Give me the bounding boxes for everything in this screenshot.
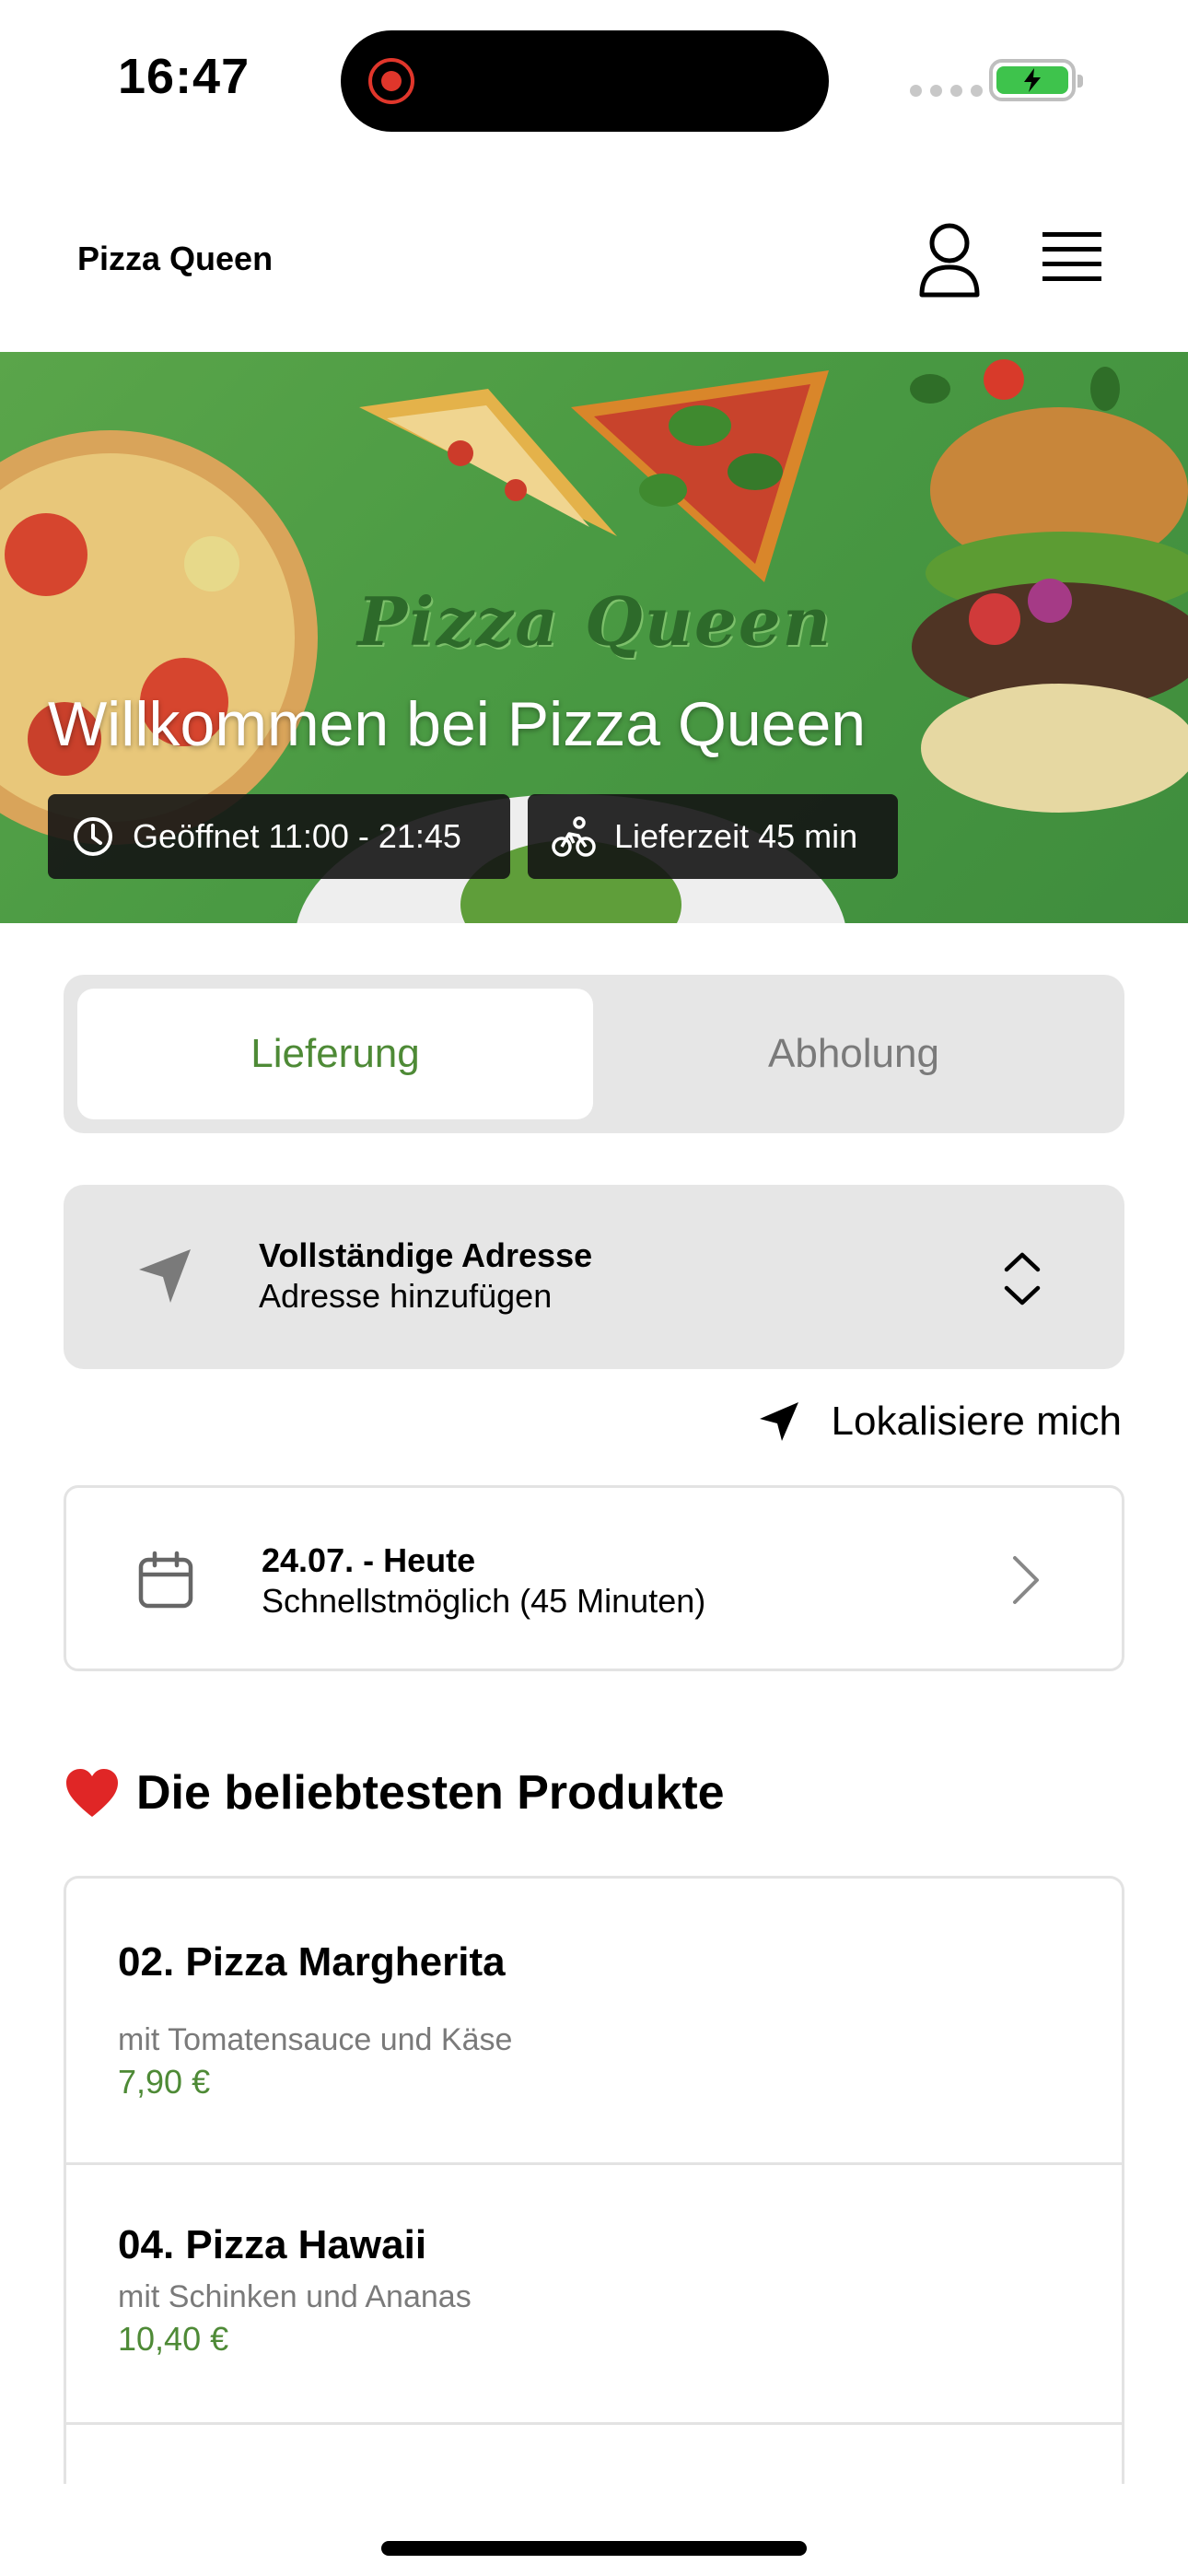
address-selector[interactable]: Vollständige Adresse Adresse hinzufügen <box>64 1185 1124 1369</box>
product-description: mit Tomatensauce und Käse <box>118 2022 513 2057</box>
locate-me-button[interactable]: Lokalisiere mich <box>758 1399 1122 1445</box>
dynamic-island <box>341 30 829 132</box>
product-item[interactable]: 04. Pizza Hawaii mit Schinken und Ananas… <box>66 2165 1122 2425</box>
menu-icon[interactable] <box>1042 230 1101 286</box>
tab-pickup[interactable]: Abholung <box>596 989 1112 1119</box>
clock-icon <box>74 817 112 856</box>
locate-me-label: Lokalisiere mich <box>831 1399 1122 1444</box>
brand-name[interactable]: Pizza Queen <box>77 240 273 278</box>
product-name: 04. Pizza Hawaii <box>118 2222 427 2267</box>
date-title: 24.07. - Heute <box>262 1541 476 1579</box>
calendar-icon <box>138 1551 193 1609</box>
popular-section-title: Die beliebtesten Produkte <box>64 1765 725 1821</box>
home-indicator[interactable] <box>381 2541 807 2556</box>
address-subtitle: Adresse hinzufügen <box>259 1277 553 1315</box>
product-description: mit Schinken und Ananas <box>118 2279 472 2314</box>
user-icon[interactable] <box>917 221 982 299</box>
battery-charging-icon <box>989 59 1083 101</box>
chevron-up-down-icon <box>1004 1252 1041 1306</box>
hero-title: Willkommen bei Pizza Queen <box>48 689 867 759</box>
popular-product-list: 02. Pizza Margherita mit Tomatensauce un… <box>64 1876 1124 2484</box>
delivery-time-chip: Lieferzeit 45 min <box>528 794 898 879</box>
date-subtitle: Schnellstmöglich (45 Minuten) <box>262 1582 706 1620</box>
hero-banner: Pizza Queen Willkommen bei Pizza Queen G… <box>0 352 1188 923</box>
bicycle-icon <box>552 816 596 857</box>
hero-logo: Pizza Queen <box>357 582 833 661</box>
product-name: 02. Pizza Margherita <box>118 1939 506 1985</box>
signal-icon <box>910 85 983 97</box>
status-time: 16:47 <box>118 49 250 104</box>
location-arrow-icon <box>759 1402 798 1441</box>
product-price: 10,40 € <box>118 2320 229 2358</box>
delivery-time-label: Lieferzeit 45 min <box>614 817 858 855</box>
tab-delivery[interactable]: Lieferung <box>77 989 593 1119</box>
popular-title-text: Die beliebtesten Produkte <box>136 1766 725 1820</box>
navigation-arrow-icon <box>139 1249 191 1303</box>
opening-hours-chip: Geöffnet 11:00 - 21:45 <box>48 794 510 879</box>
record-icon <box>368 58 414 104</box>
product-item[interactable]: 02. Pizza Margherita mit Tomatensauce un… <box>66 1879 1122 2165</box>
address-title: Vollständige Adresse <box>259 1236 593 1274</box>
status-bar: 16:47 <box>0 0 1188 166</box>
heart-icon <box>66 1769 118 1817</box>
app-header: Pizza Queen <box>0 184 1188 352</box>
chevron-right-icon <box>1013 1556 1039 1604</box>
product-price: 7,90 € <box>118 2063 211 2101</box>
opening-hours-label: Geöffnet 11:00 - 21:45 <box>133 817 461 855</box>
order-mode-switch: Lieferung Abholung <box>64 975 1124 1133</box>
delivery-time-selector[interactable]: 24.07. - Heute Schnellstmöglich (45 Minu… <box>64 1485 1124 1671</box>
